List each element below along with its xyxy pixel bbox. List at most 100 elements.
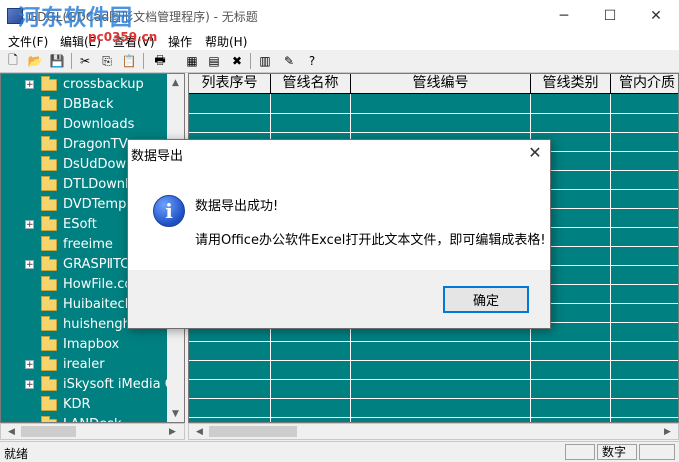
info-icon: i — [153, 195, 185, 227]
ok-button[interactable]: 确定 — [443, 286, 529, 313]
tree-horizontal-scrollbar[interactable]: ◀ ▶ — [0, 423, 185, 440]
folder-icon — [41, 396, 57, 411]
status-pane-num: 数字 — [597, 444, 637, 460]
expand-icon[interactable]: + — [25, 380, 34, 390]
grid-horizontal-scrollbar[interactable]: ◀ ▶ — [188, 423, 679, 440]
folder-icon — [41, 116, 57, 131]
toolbar-separator — [250, 53, 251, 69]
watermark-logo: 河东软件园 — [18, 6, 134, 31]
column-header[interactable]: 管内介质 — [611, 74, 678, 94]
title-bar: GDGL(GDCad图形文档管理程序) - 无标题 河东软件园 ─ ☐ ✕ — [0, 0, 679, 31]
tree-item-label: Imapbox — [63, 337, 120, 352]
folder-icon — [41, 276, 57, 291]
pages-icon[interactable]: ▥ — [257, 53, 273, 69]
folder-icon — [41, 336, 57, 351]
dialog-message-title: 数据导出成功! — [195, 199, 279, 214]
folder-icon — [41, 236, 57, 251]
export-dialog: 数据导出 ✕ i 数据导出成功! 请用Office办公软件Excel打开此文本文… — [127, 139, 551, 329]
help-icon[interactable]: ? — [304, 53, 320, 69]
tree-item[interactable]: Downloads — [1, 115, 166, 135]
print-icon[interactable]: 🖶 — [152, 53, 168, 69]
dialog-message-body: 请用Office办公软件Excel打开此文本文件，即可编辑成表格! — [195, 233, 546, 248]
grid-row-line — [189, 398, 678, 399]
watermark-url: pc0359.cn — [88, 30, 158, 44]
folder-icon — [41, 216, 57, 231]
grid-row-line — [189, 341, 678, 342]
scroll-left-arrow-icon[interactable]: ◀ — [191, 423, 208, 440]
grid-row-line — [189, 113, 678, 114]
folder-icon — [41, 376, 57, 391]
import-icon[interactable]: ✖ — [229, 53, 245, 69]
folder-icon — [41, 176, 57, 191]
column-header[interactable]: 管线编号 — [351, 74, 531, 94]
tree-item[interactable]: DBBack — [1, 95, 166, 115]
tree-item-label: iSkysoft iMedia Co — [63, 377, 182, 392]
folder-icon — [41, 356, 57, 371]
grid-row-line — [189, 360, 678, 361]
tree-item-label: DVDTemp — [63, 197, 127, 212]
tree-item-label: DragonTV — [63, 137, 128, 152]
tree-item[interactable]: + iSkysoft iMedia Co — [1, 375, 182, 395]
expand-icon[interactable]: + — [25, 80, 34, 90]
toolbar-separator — [71, 53, 72, 69]
cut-icon[interactable]: ✂ — [77, 53, 93, 69]
folder-icon — [41, 156, 57, 171]
tree-item[interactable]: Imapbox — [1, 335, 166, 355]
folder-icon — [41, 136, 57, 151]
menu-operate[interactable]: 操作 — [168, 33, 192, 50]
close-button[interactable]: ✕ — [633, 0, 679, 31]
status-pane-empty — [565, 444, 595, 460]
tree-item[interactable]: KDR — [1, 395, 166, 415]
paste-icon[interactable]: 📋 — [121, 53, 137, 69]
tree-item-label: HowFile.co — [63, 277, 133, 292]
pen-icon[interactable]: ✎ — [281, 53, 297, 69]
expand-icon[interactable]: + — [25, 260, 34, 270]
folder-icon — [41, 296, 57, 311]
tree-item[interactable]: LANDesk — [1, 415, 166, 422]
tree-item-label: DsUdDown — [63, 157, 135, 172]
dialog-close-button[interactable]: ✕ — [520, 140, 550, 164]
tree-item-label: crossbackup — [63, 77, 144, 92]
scroll-left-arrow-icon[interactable]: ◀ — [3, 423, 20, 440]
copy-icon[interactable]: ⎘ — [99, 53, 115, 69]
grid-icon[interactable]: ▦ — [184, 53, 200, 69]
tree-item[interactable]: + crossbackup — [1, 75, 166, 95]
menu-file[interactable]: 文件(F) — [8, 33, 48, 50]
status-pane-empty — [639, 444, 675, 460]
tree-item-label: freeime — [63, 237, 113, 252]
save-icon[interactable]: 💾 — [49, 53, 65, 69]
column-header[interactable]: 列表序号 — [189, 74, 271, 94]
new-file-icon[interactable]: 🗋 — [5, 53, 21, 69]
toolbar: 🗋 📂 💾 ✂ ⎘ 📋 🖶 ▦ ▤ ✖ ▥ ✎ ? — [0, 50, 679, 73]
tree-item-label: ESoft — [63, 217, 97, 232]
folder-icon — [41, 316, 57, 331]
maximize-button[interactable]: ☐ — [587, 0, 633, 31]
column-header[interactable]: 管线类别 — [531, 74, 611, 94]
tree-item-label: KDR — [63, 397, 91, 412]
dialog-title: 数据导出 — [131, 149, 184, 164]
scroll-thumb[interactable] — [21, 426, 76, 437]
open-folder-icon[interactable]: 📂 — [27, 53, 43, 69]
scroll-right-arrow-icon[interactable]: ▶ — [164, 423, 181, 440]
expand-icon[interactable]: + — [25, 360, 34, 370]
grid-row-line — [189, 379, 678, 380]
grid-row-line — [189, 417, 678, 418]
tree-item[interactable]: + irealer — [1, 355, 166, 375]
folder-icon — [41, 196, 57, 211]
status-text: 就绪 — [4, 447, 29, 461]
scroll-down-arrow-icon[interactable]: ▼ — [167, 405, 184, 422]
export-icon[interactable]: ▤ — [206, 53, 222, 69]
toolbar-separator — [143, 53, 144, 69]
grid-row-line — [189, 132, 678, 133]
status-bar: 就绪 数字 — [0, 441, 679, 462]
folder-icon — [41, 256, 57, 271]
column-header[interactable]: 管线名称 — [271, 74, 351, 94]
tree-item-label: irealer — [63, 357, 105, 372]
minimize-button[interactable]: ─ — [541, 0, 587, 31]
scroll-thumb[interactable] — [209, 426, 297, 437]
scroll-right-arrow-icon[interactable]: ▶ — [659, 423, 676, 440]
expand-icon[interactable]: + — [25, 220, 34, 230]
scroll-up-arrow-icon[interactable]: ▲ — [167, 74, 184, 91]
menu-help[interactable]: 帮助(H) — [205, 33, 247, 50]
tree-item-label: GRASPⅡTC — [63, 257, 130, 272]
